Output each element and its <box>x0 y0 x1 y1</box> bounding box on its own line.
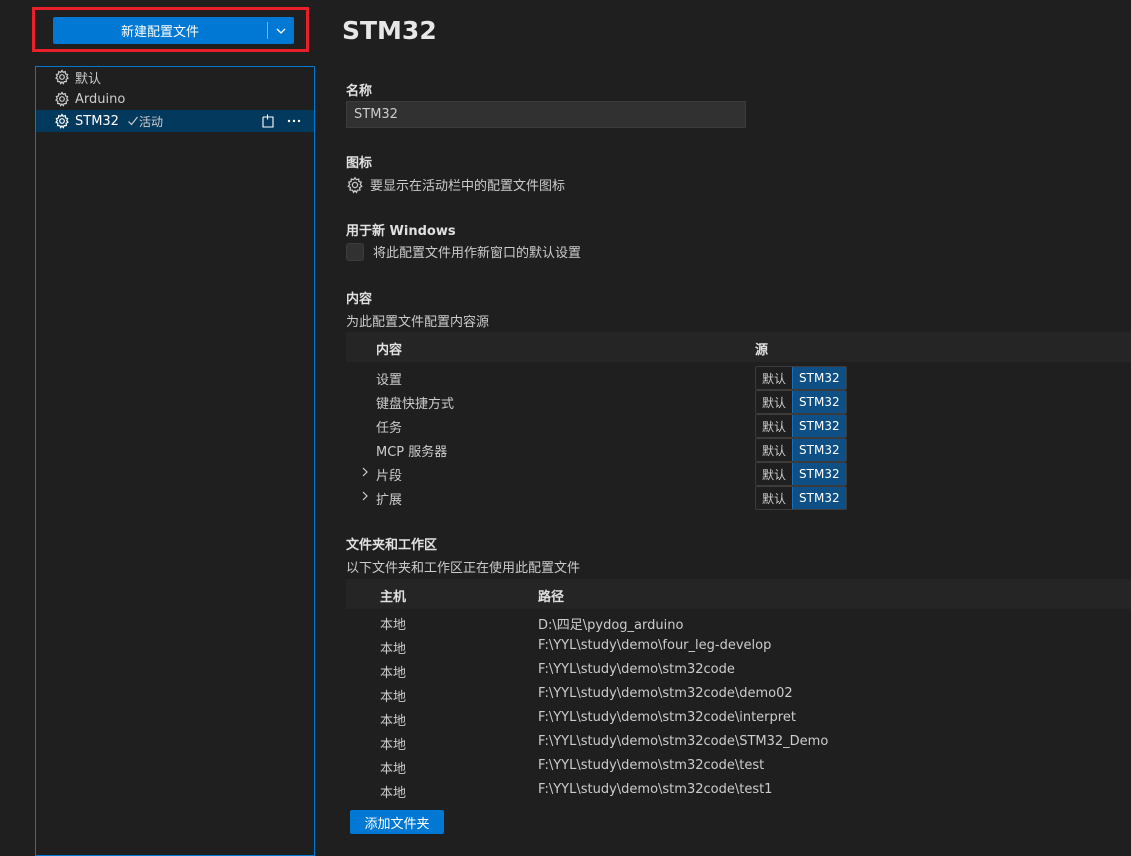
contents-header-content: 内容 <box>376 343 403 358</box>
content-name: 键盘快捷方式 <box>376 397 455 412</box>
source-toggle: 默认 STM32 <box>755 462 847 486</box>
folder-row[interactable]: 本地 F:\YYL\study\demo\stm32code\demo02 <box>346 682 1131 706</box>
source-toggle: 默认 STM32 <box>755 390 847 414</box>
content-row-keybindings: 键盘快捷方式 默认 STM32 <box>346 389 1131 414</box>
content-row-mcp: MCP 服务器 默认 STM32 <box>346 437 1131 462</box>
contents-label: 内容 <box>346 292 373 307</box>
source-option-default[interactable]: 默认 <box>756 487 793 509</box>
icon-row: 要显示在活动栏中的配置文件图标 <box>346 175 565 194</box>
contents-table-header: 内容 源 <box>346 332 1131 362</box>
folder-host: 本地 <box>380 714 407 729</box>
source-option-profile[interactable]: STM32 <box>792 367 846 389</box>
folder-row[interactable]: 本地 D:\四足\pydog_arduino <box>346 610 1131 634</box>
folder-path: F:\YYL\study\demo\stm32code\interpret <box>538 710 796 725</box>
source-option-default[interactable]: 默认 <box>756 463 793 485</box>
profile-item-actions <box>260 110 302 132</box>
source-option-default[interactable]: 默认 <box>756 415 793 437</box>
content-name: 片段 <box>376 469 403 484</box>
new-window-icon[interactable] <box>260 113 276 129</box>
source-option-default[interactable]: 默认 <box>756 391 793 413</box>
profile-list: 默认 Arduino STM32 活动 <box>35 66 315 856</box>
content-name: 任务 <box>376 421 403 436</box>
source-toggle: 默认 STM32 <box>755 486 847 510</box>
icon-label: 图标 <box>346 156 373 171</box>
folders-header-path: 路径 <box>538 590 565 605</box>
folders-label: 文件夹和工作区 <box>346 538 438 553</box>
folders-table-header: 主机 路径 <box>346 579 1131 609</box>
content-row-snippets[interactable]: 片段 默认 STM32 <box>346 461 1131 486</box>
profile-gear-icon[interactable] <box>346 176 364 194</box>
source-option-profile[interactable]: STM32 <box>792 391 846 413</box>
folder-path: F:\YYL\study\demo\stm32code\test1 <box>538 782 773 797</box>
source-option-profile[interactable]: STM32 <box>792 439 846 461</box>
content-name: MCP 服务器 <box>376 445 448 460</box>
new-windows-checkbox-label: 将此配置文件用作新窗口的默认设置 <box>373 246 582 261</box>
profile-item-default[interactable]: 默认 <box>36 66 314 88</box>
new-profile-dropdown[interactable] <box>268 17 294 44</box>
folder-host: 本地 <box>380 786 407 801</box>
check-icon <box>128 116 138 126</box>
source-option-profile[interactable]: STM32 <box>792 463 846 485</box>
profile-label: Arduino <box>75 91 126 107</box>
folder-row[interactable]: 本地 F:\YYL\study\demo\stm32code\interpret <box>346 706 1131 730</box>
profile-item-arduino[interactable]: Arduino <box>36 88 314 110</box>
add-folder-button[interactable]: 添加文件夹 <box>350 810 444 834</box>
icon-description: 要显示在活动栏中的配置文件图标 <box>370 179 566 194</box>
contents-header-source: 源 <box>755 343 769 358</box>
folder-path: F:\YYL\study\demo\stm32code\test <box>538 758 765 773</box>
active-label: 活动 <box>138 114 163 129</box>
folder-row[interactable]: 本地 F:\YYL\study\demo\stm32code\test <box>346 754 1131 778</box>
new-profile-button[interactable]: 新建配置文件 <box>53 17 294 44</box>
profile-label: STM32 <box>75 113 119 129</box>
name-input[interactable] <box>346 101 746 128</box>
new-windows-row: 将此配置文件用作新窗口的默认设置 <box>346 242 581 261</box>
more-icon[interactable] <box>286 113 302 129</box>
folder-row[interactable]: 本地 F:\YYL\study\demo\stm32code <box>346 658 1131 682</box>
content-name: 设置 <box>376 373 403 388</box>
source-toggle: 默认 STM32 <box>755 438 847 462</box>
source-toggle: 默认 STM32 <box>755 366 847 390</box>
folder-host: 本地 <box>380 642 407 657</box>
folder-row[interactable]: 本地 F:\YYL\study\demo\stm32code\test1 <box>346 778 1131 802</box>
gear-icon <box>54 69 71 86</box>
new-windows-label: 用于新 Windows <box>346 224 456 239</box>
folder-row[interactable]: 本地 F:\YYL\study\demo\four_leg-develop <box>346 634 1131 658</box>
source-option-profile[interactable]: STM32 <box>792 415 846 437</box>
contents-description: 为此配置文件配置内容源 <box>346 315 490 330</box>
folder-path: F:\YYL\study\demo\stm32code\demo02 <box>538 686 793 701</box>
folder-path: F:\YYL\study\demo\stm32code <box>538 662 735 677</box>
content-row-tasks: 任务 默认 STM32 <box>346 413 1131 438</box>
name-label: 名称 <box>346 84 373 99</box>
folder-host: 本地 <box>380 762 407 777</box>
folder-path: F:\YYL\study\demo\four_leg-develop <box>538 638 772 653</box>
chevron-right-icon[interactable] <box>360 466 370 482</box>
folder-host: 本地 <box>380 618 407 633</box>
content-name: 扩展 <box>376 493 403 508</box>
content-row-extensions[interactable]: 扩展 默认 STM32 <box>346 485 1131 510</box>
folder-path: F:\YYL\study\demo\stm32code\STM32_Demo <box>538 734 829 749</box>
gear-icon <box>54 113 71 130</box>
folder-host: 本地 <box>380 690 407 705</box>
source-toggle: 默认 STM32 <box>755 414 847 438</box>
active-tag: 活动 <box>127 113 163 130</box>
folder-path: D:\四足\pydog_arduino <box>538 618 684 633</box>
page-title: STM32 <box>342 16 437 45</box>
folder-row[interactable]: 本地 F:\YYL\study\demo\stm32code\STM32_Dem… <box>346 730 1131 754</box>
folders-header-host: 主机 <box>380 590 407 605</box>
new-profile-label[interactable]: 新建配置文件 <box>53 17 267 44</box>
folder-host: 本地 <box>380 666 407 681</box>
source-option-profile[interactable]: STM32 <box>792 487 846 509</box>
new-windows-checkbox[interactable] <box>346 242 364 261</box>
source-option-default[interactable]: 默认 <box>756 367 793 389</box>
chevron-down-icon <box>276 28 286 34</box>
gear-icon <box>54 91 71 108</box>
folders-description: 以下文件夹和工作区正在使用此配置文件 <box>346 561 581 576</box>
profile-item-stm32[interactable]: STM32 活动 <box>36 110 314 132</box>
profile-label: 默认 <box>75 71 102 87</box>
chevron-right-icon[interactable] <box>360 490 370 506</box>
folder-host: 本地 <box>380 738 407 753</box>
content-row-settings: 设置 默认 STM32 <box>346 365 1131 390</box>
source-option-default[interactable]: 默认 <box>756 439 793 461</box>
